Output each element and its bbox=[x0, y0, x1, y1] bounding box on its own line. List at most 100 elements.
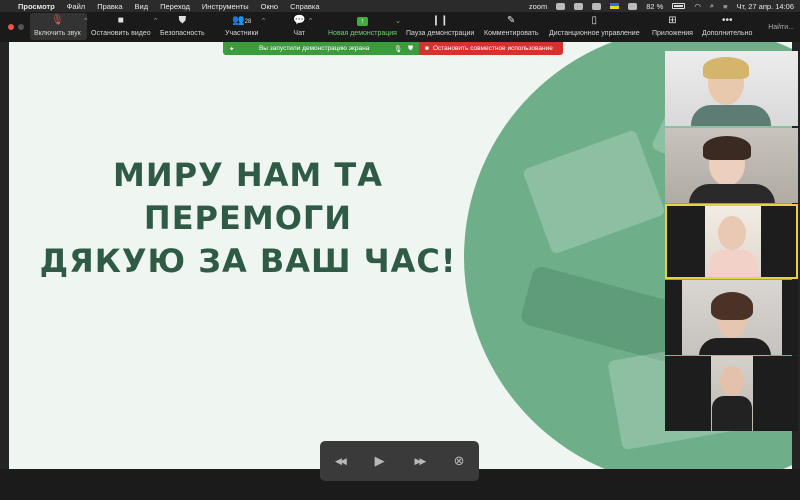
annotate-label: Комментировать bbox=[484, 30, 539, 37]
sharing-status: ✦ Вы запустили демонстрацию экрана 🎙 ⛊ bbox=[223, 42, 419, 55]
drag-handle-icon[interactable]: ✦ bbox=[229, 45, 234, 53]
menu-view[interactable]: Вид bbox=[135, 2, 149, 11]
share-screen-arrow-icon: ↑ bbox=[356, 17, 368, 26]
pause-share-button[interactable]: ❙❙ Пауза демонстрации bbox=[406, 15, 474, 37]
chevron-up-icon[interactable]: ⌃ bbox=[261, 17, 267, 25]
muted-microphone-icon: 🎙 bbox=[50, 15, 64, 26]
participant-video-tile[interactable] bbox=[665, 280, 798, 355]
chat-bubble-icon: 💬 bbox=[293, 15, 306, 26]
participant-hair bbox=[711, 292, 753, 320]
chat-button[interactable]: 💬 Чат ⌃ bbox=[293, 15, 313, 37]
slide-title: МИРУ НАМ ТА ПЕРЕМОГИ ДЯКУЮ ЗА ВАШ ЧАС! bbox=[33, 154, 463, 283]
apps-button[interactable]: ⊞ Приложения bbox=[652, 15, 693, 37]
next-slide-icon[interactable]: ▶▶ bbox=[405, 456, 433, 467]
zoom-window: Просмотр Файл Правка Вид Переход Инструм… bbox=[0, 0, 800, 500]
mac-menu-bar: Просмотр Файл Правка Вид Переход Инструм… bbox=[0, 0, 800, 12]
previous-slide-icon[interactable]: ◀◀ bbox=[326, 456, 354, 467]
more-dots-icon: ••• bbox=[721, 15, 733, 26]
chat-label: Чат bbox=[293, 30, 306, 37]
remote-control-button[interactable]: ▯ Дистанционное управление bbox=[549, 15, 640, 37]
search-icon[interactable]: ⌕ bbox=[710, 1, 714, 11]
search-field[interactable]: Найти... bbox=[768, 24, 794, 31]
annotate-button[interactable]: ✎ Комментировать bbox=[484, 15, 539, 37]
participant-face bbox=[720, 366, 744, 396]
participant-body bbox=[691, 105, 771, 126]
control-center-icon[interactable]: ≡ bbox=[723, 2, 727, 11]
window-controls bbox=[8, 24, 24, 30]
stop-video-button[interactable]: ■ Остановить видео ⌃ bbox=[91, 15, 159, 37]
status-app-icon[interactable] bbox=[628, 2, 638, 10]
new-share-label: Новая демонстрация bbox=[328, 30, 397, 37]
shield-icon: ⛊ bbox=[408, 44, 413, 52]
pencil-icon: ✎ bbox=[507, 15, 516, 26]
unmute-button[interactable]: 🎙 Включить звук ⌃ bbox=[34, 15, 89, 37]
close-icon[interactable]: ⊗ bbox=[445, 453, 473, 469]
close-window-icon[interactable] bbox=[8, 24, 14, 30]
wifi-icon[interactable]: ◠ bbox=[694, 2, 701, 11]
participant-hair bbox=[703, 57, 749, 79]
photo-shape bbox=[522, 129, 666, 255]
status-app-icon[interactable] bbox=[574, 2, 584, 10]
participant-body bbox=[712, 396, 752, 431]
battery-percent: 82 % bbox=[646, 1, 664, 11]
participant-video-tile-active[interactable] bbox=[665, 204, 798, 279]
chevron-up-icon[interactable]: ⌃ bbox=[153, 17, 159, 25]
menu-tools[interactable]: Инструменты bbox=[202, 2, 249, 11]
participants-button[interactable]: 👥28 Участники ⌃ bbox=[225, 15, 266, 37]
participant-video-tile[interactable] bbox=[665, 51, 798, 126]
apps-icon: ⊞ bbox=[668, 15, 677, 26]
status-app-icon[interactable] bbox=[592, 2, 602, 10]
stop-share-label: Остановить совместное использование bbox=[432, 45, 553, 52]
keyboard-layout-flag-icon[interactable] bbox=[610, 3, 620, 9]
participant-video-tile[interactable] bbox=[665, 356, 798, 431]
more-button[interactable]: ••• Дополнительно bbox=[702, 15, 752, 37]
menu-window[interactable]: Окно bbox=[261, 2, 278, 11]
pause-share-label: Пауза демонстрации bbox=[406, 30, 475, 37]
slide-line: МИРУ НАМ ТА bbox=[112, 156, 383, 194]
security-label: Безопасность bbox=[160, 30, 205, 37]
zoom-status-label[interactable]: zoom bbox=[529, 2, 547, 11]
participants-count: 28 bbox=[244, 19, 252, 25]
sharing-message: Вы запустили демонстрацию экрана bbox=[258, 45, 370, 52]
chevron-up-icon[interactable]: ⌃ bbox=[308, 17, 314, 25]
clock[interactable]: Чт, 27 апр. 14:06 bbox=[736, 2, 794, 11]
more-label: Дополнительно bbox=[702, 30, 753, 37]
security-button[interactable]: ⛊ Безопасность bbox=[160, 15, 205, 37]
stop-video-label: Остановить видео bbox=[91, 30, 151, 37]
unmute-label: Включить звук bbox=[34, 30, 81, 37]
participants-label: Участники bbox=[225, 30, 259, 37]
participant-face bbox=[718, 216, 746, 250]
participant-body bbox=[689, 184, 775, 203]
participants-icon: 👥28 bbox=[232, 15, 252, 26]
microphone-icon: 🎙 bbox=[393, 45, 403, 53]
participant-body bbox=[709, 250, 757, 277]
chevron-up-icon[interactable]: ⌃ bbox=[83, 17, 89, 25]
play-icon[interactable]: ▶ bbox=[366, 453, 394, 469]
video-camera-icon: ■ bbox=[117, 15, 124, 26]
battery-icon[interactable] bbox=[672, 3, 686, 9]
menu-edit[interactable]: Правка bbox=[97, 2, 122, 11]
apps-label: Приложения bbox=[652, 30, 693, 37]
menu-app-name[interactable]: Просмотр bbox=[18, 2, 55, 11]
pause-icon: ❙❙ bbox=[431, 15, 449, 26]
stop-square-icon: ■ bbox=[425, 45, 429, 52]
meeting-toolbar: 🎙 Включить звук ⌃ ■ Остановить видео ⌃ ⛊… bbox=[0, 12, 800, 42]
menu-help[interactable]: Справка bbox=[290, 2, 319, 11]
chevron-down-icon[interactable]: ⌄ bbox=[395, 17, 401, 25]
new-share-button[interactable]: ↑ Новая демонстрация ⌄ bbox=[328, 15, 401, 37]
status-app-icon[interactable] bbox=[556, 2, 566, 10]
stop-share-button[interactable]: ■ Остановить совместное использование bbox=[419, 42, 563, 55]
mouse-icon: ▯ bbox=[591, 15, 598, 26]
participant-video-tile[interactable] bbox=[665, 128, 798, 203]
slide-line: ДЯКУЮ ЗА ВАШ ЧАС! bbox=[39, 242, 457, 280]
sharing-banner: ✦ Вы запустили демонстрацию экрана 🎙 ⛊ ■… bbox=[223, 42, 563, 55]
menu-file[interactable]: Файл bbox=[67, 2, 85, 11]
participant-body bbox=[699, 338, 771, 355]
menu-go[interactable]: Переход bbox=[160, 2, 190, 11]
slide-line: ПЕРЕМОГИ bbox=[143, 199, 353, 237]
participant-hair bbox=[703, 136, 751, 160]
shield-icon: ⛊ bbox=[178, 15, 187, 26]
remote-control-label: Дистанционное управление bbox=[549, 30, 640, 37]
minimize-window-icon[interactable] bbox=[18, 24, 24, 30]
slideshow-controls: ◀◀ ▶ ▶▶ ⊗ bbox=[320, 441, 479, 481]
